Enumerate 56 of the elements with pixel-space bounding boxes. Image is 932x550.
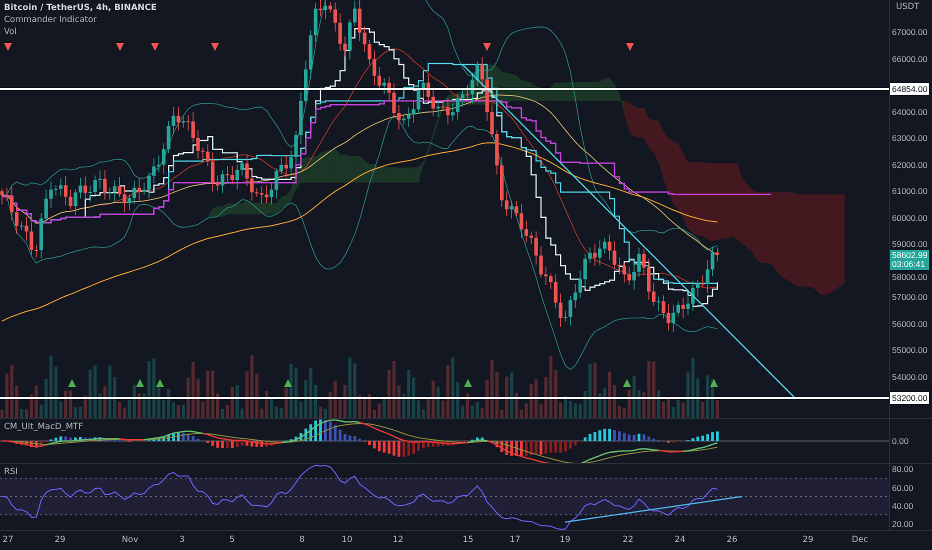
buy-signal-icon xyxy=(710,379,718,387)
time-tick: Nov xyxy=(122,535,138,546)
time-tick: 29 xyxy=(802,535,814,546)
rsi-title: RSI xyxy=(4,467,18,478)
indicator-label: Commander Indicator xyxy=(4,15,98,25)
price-level-tag: 64854.00 xyxy=(890,83,930,95)
buy-signal-icon xyxy=(68,379,76,387)
time-tick: 8 xyxy=(299,535,305,546)
price-level-tag: 53200.00 xyxy=(890,392,930,404)
sell-signal-icon xyxy=(151,43,159,51)
price-tick: 66000.00 xyxy=(892,54,928,64)
buy-signal-icon xyxy=(623,379,631,387)
currency-label: USDT xyxy=(894,2,922,12)
macd-title: CM_Ult_MacD_MTF xyxy=(4,422,84,432)
time-tick: 27 xyxy=(2,535,14,546)
time-tick: 5 xyxy=(229,535,235,546)
price-tick: 55000.00 xyxy=(892,345,928,355)
symbol-title: Bitcoin / TetherUS, 4h, BINANCE xyxy=(4,3,157,13)
sell-signal-icon xyxy=(211,43,219,51)
rsi-tick: 20.00 xyxy=(892,519,914,530)
indicator-label: Vol xyxy=(4,27,18,37)
price-tick: 62000.00 xyxy=(892,160,928,170)
rsi-tick: 80.00 xyxy=(892,464,914,474)
rsi-tick: 60.00 xyxy=(892,482,914,493)
buy-signal-icon xyxy=(136,379,144,387)
sell-signal-icon xyxy=(4,43,12,51)
buy-signal-icon xyxy=(156,379,164,387)
price-tick: 58000.00 xyxy=(892,272,928,282)
time-tick: 15 xyxy=(462,535,474,546)
time-tick: 10 xyxy=(342,535,352,546)
time-tick: 24 xyxy=(674,535,686,546)
rsi-tick: 40.00 xyxy=(892,500,914,511)
time-tick: 3 xyxy=(179,535,185,546)
sell-signal-icon xyxy=(116,43,124,51)
price-tick: 57000.00 xyxy=(892,292,928,302)
price-tick: 63000.00 xyxy=(892,133,928,143)
price-tick: 59000.00 xyxy=(892,239,928,249)
time-tick: Dec xyxy=(852,535,868,546)
time-tick: 12 xyxy=(392,535,404,546)
sell-signal-icon xyxy=(626,43,634,51)
sell-signal-icon xyxy=(483,43,491,51)
buy-signal-icon xyxy=(464,379,472,387)
price-tick: 67000.00 xyxy=(892,27,928,37)
price-tick: 60000.00 xyxy=(892,212,928,222)
last-price-tag: 58602.99 03:06:41 xyxy=(890,250,930,270)
time-tick: 26 xyxy=(726,535,738,546)
macd-tick: 0.00 xyxy=(892,436,909,446)
price-tick: 54000.00 xyxy=(892,372,928,382)
price-tick: 61000.00 xyxy=(892,186,928,196)
buy-signal-icon xyxy=(284,379,292,387)
time-tick: 17 xyxy=(510,535,520,546)
price-tick: 64000.00 xyxy=(892,106,928,116)
time-tick: 19 xyxy=(560,535,570,546)
time-tick: 29 xyxy=(54,535,66,546)
time-tick: 22 xyxy=(622,535,634,546)
price-tick: 56000.00 xyxy=(892,318,928,328)
